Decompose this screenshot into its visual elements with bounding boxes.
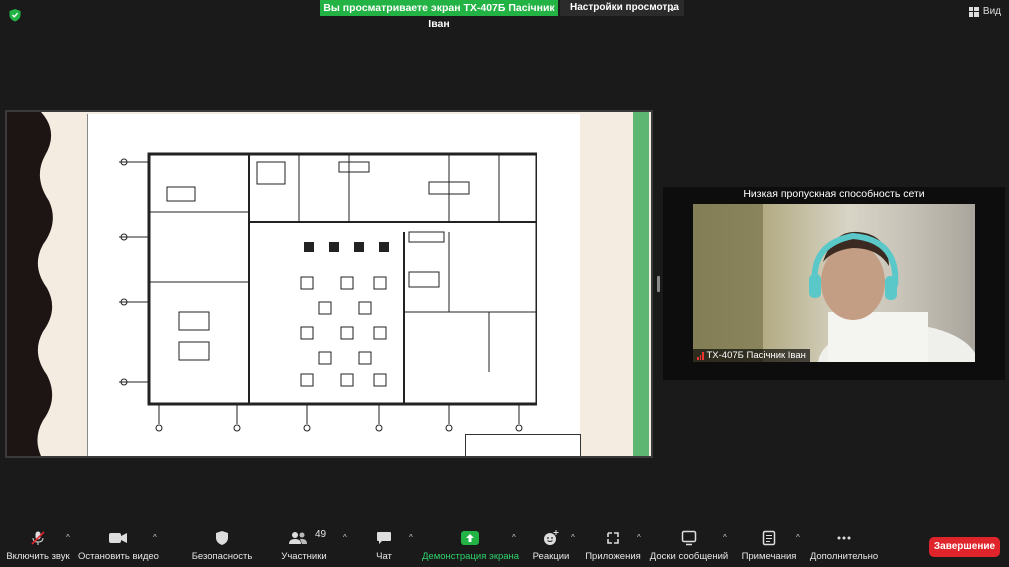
security-label: Безопасность: [191, 551, 253, 562]
more-icon: [837, 536, 851, 540]
participant-name-label: ТХ-407Б Пасічник Іван: [693, 349, 810, 362]
participant-name: ТХ-407Б Пасічник Іван: [706, 350, 806, 361]
participant-video-tile[interactable]: Низкая пропускная способность сети ТХ-40…: [663, 187, 1005, 380]
resize-handle[interactable]: [657, 276, 660, 292]
title-block: [465, 434, 581, 456]
chat-icon: [377, 532, 391, 544]
shield-icon: [216, 531, 228, 545]
participants-button[interactable]: 49 Участники: [276, 524, 332, 567]
view-label: Вид: [982, 6, 1001, 17]
chevron-up-icon[interactable]: ^: [571, 533, 575, 542]
chevron-up-icon[interactable]: ^: [343, 533, 347, 542]
signal-bars-icon: [697, 351, 704, 360]
more-label: Дополнительно: [809, 551, 879, 562]
view-settings-dropdown[interactable]: Настройки просмотра ⌄: [560, 0, 684, 16]
view-settings-label: Настройки просмотра: [570, 2, 679, 13]
video-camera-icon: [109, 533, 127, 543]
participants-count: 49: [315, 529, 327, 540]
stop-video-label: Остановить видео: [78, 551, 159, 562]
chevron-up-icon[interactable]: ^: [66, 533, 70, 542]
meeting-toolbar: Включить звук ^ Остановить видео ^ Безоп…: [0, 524, 1009, 567]
chevron-up-icon[interactable]: ^: [796, 533, 800, 542]
chevron-up-icon[interactable]: ^: [153, 533, 157, 542]
notes-icon: [762, 530, 776, 546]
network-warning: Низкая пропускная способность сети: [743, 188, 925, 200]
floor-plan-drawing: [119, 152, 537, 432]
stop-video-button[interactable]: Остановить видео: [78, 524, 159, 567]
share-screen-label: Демонстрация экрана: [422, 551, 520, 562]
slide-accent-strip: [633, 112, 649, 456]
view-button[interactable]: Вид: [968, 6, 1001, 17]
security-shield-icon[interactable]: [8, 8, 22, 22]
mic-muted-icon: [31, 531, 45, 545]
chat-label: Чат: [376, 551, 392, 562]
chevron-up-icon[interactable]: ^: [637, 533, 641, 542]
security-button[interactable]: Безопасность: [186, 524, 258, 567]
shared-screen: [5, 110, 653, 458]
share-screen-button[interactable]: Демонстрация экрана: [422, 524, 520, 567]
participants-icon: [289, 532, 308, 544]
share-screen-icon: [461, 531, 479, 545]
whiteboard-icon: [681, 530, 697, 546]
grid-icon: [968, 6, 979, 17]
decorative-wave: [7, 112, 53, 456]
reaction-icon: [544, 530, 559, 545]
chevron-up-icon[interactable]: ^: [409, 533, 413, 542]
end-meeting-button[interactable]: Завершение: [929, 537, 1000, 557]
chevron-up-icon[interactable]: ^: [723, 533, 727, 542]
screen-share-banner: Вы просматриваете экран ТХ-407Б Пасічник…: [320, 0, 558, 30]
chevron-up-icon[interactable]: ^: [512, 533, 516, 542]
participant-video: [693, 204, 975, 362]
participants-label: Участники: [281, 551, 327, 562]
participant-avatar-image: [693, 204, 975, 362]
chat-button[interactable]: Чат: [366, 524, 402, 567]
more-button[interactable]: Дополнительно: [808, 524, 880, 567]
apps-icon: [607, 532, 619, 544]
chevron-down-icon: ⌄: [668, 3, 676, 13]
